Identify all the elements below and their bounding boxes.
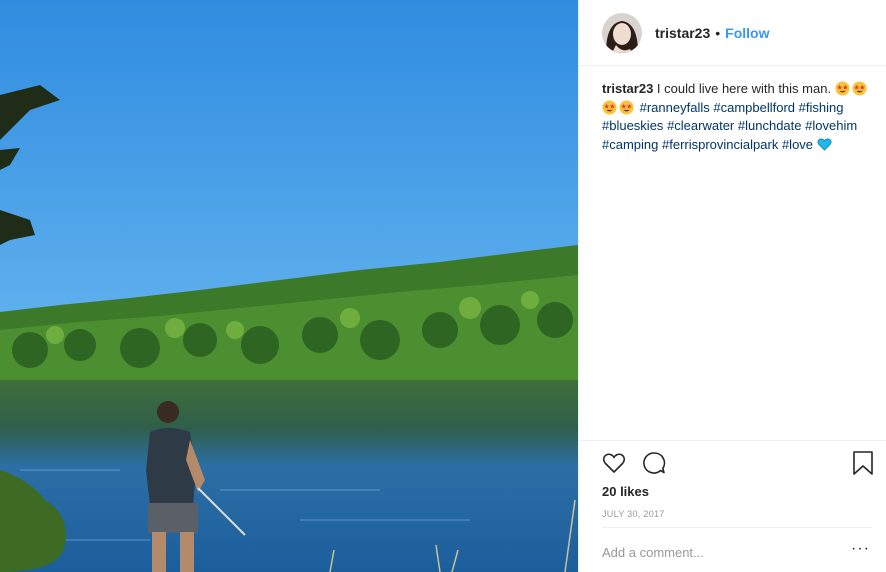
post-photo[interactable] (0, 0, 578, 572)
avatar-image (602, 12, 642, 53)
comment-input[interactable] (602, 545, 842, 560)
follow-button[interactable]: Follow (725, 25, 769, 41)
hashtag[interactable]: #love (782, 137, 813, 152)
hashtag[interactable]: #lovehim (805, 118, 857, 133)
hashtag[interactable]: #ranneyfalls (640, 100, 710, 115)
caption-text: I could live here with this man. (653, 81, 832, 96)
avatar[interactable] (602, 12, 642, 53)
post-header: tristar23 • Follow (579, 0, 886, 66)
hashtag[interactable]: #fishing (799, 100, 844, 115)
hashtag[interactable]: #ferrisprovincialpark (662, 137, 778, 152)
hashtag[interactable]: #lunchdate (738, 118, 802, 133)
hashtag[interactable]: #blueskies (602, 118, 663, 133)
likes-count[interactable]: 20 likes (602, 484, 649, 499)
comment-divider (602, 527, 872, 528)
separator-dot: • (715, 24, 721, 41)
more-options-icon[interactable]: ··· (851, 540, 870, 558)
actions-divider (579, 440, 886, 441)
lake-photo (0, 0, 578, 572)
star-struck-face-emoji (619, 99, 634, 115)
post-username[interactable]: tristar23 (655, 25, 710, 41)
star-struck-face-emoji (835, 81, 850, 96)
star-struck-face-emoji (602, 99, 617, 115)
caption-username[interactable]: tristar23 (602, 81, 653, 96)
hashtag[interactable]: #clearwater (667, 118, 734, 133)
post-details-panel: tristar23 • Follow tristar23 I could liv… (578, 0, 886, 572)
bookmark-icon[interactable] (852, 450, 874, 476)
comment-bubble-icon[interactable] (641, 450, 667, 476)
hashtag[interactable]: #campbellford (713, 100, 795, 115)
star-struck-face-emoji (852, 81, 867, 96)
heart-icon[interactable] (601, 450, 627, 476)
action-icons (601, 450, 667, 476)
hashtag[interactable]: #camping (602, 137, 658, 152)
blue-heart-emoji (817, 138, 832, 151)
post-date[interactable]: July 30, 2017 (602, 509, 665, 519)
caption: tristar23 I could live here with this ma… (602, 80, 872, 154)
